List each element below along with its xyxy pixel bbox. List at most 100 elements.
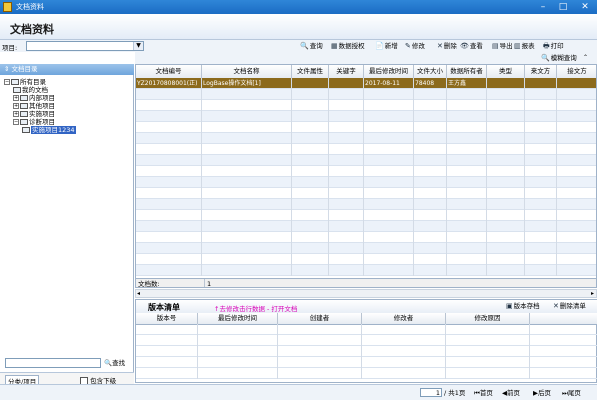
table-row[interactable] xyxy=(136,111,596,122)
table-row[interactable] xyxy=(136,155,596,166)
table-cell xyxy=(136,89,202,100)
toolbar-button-5[interactable]: 👁查看 xyxy=(460,41,483,51)
version-cell xyxy=(278,346,362,357)
find-button[interactable]: 🔍查找 xyxy=(104,357,134,369)
tree-node[interactable]: + 实施项目 xyxy=(13,110,55,118)
maximize-button[interactable]: □ xyxy=(555,1,571,13)
version-save-button[interactable]: ▣版本存档 xyxy=(506,301,540,311)
next-page-button[interactable]: ▶后页 xyxy=(533,388,551,398)
table-cell xyxy=(487,254,525,265)
table-row[interactable] xyxy=(136,188,596,199)
version-column-header[interactable]: 版本号 xyxy=(136,313,198,324)
prev-page-button[interactable]: ◀前页 xyxy=(502,388,520,398)
column-header[interactable]: 来文方 xyxy=(525,65,557,78)
tree-node[interactable]: + 其他项目 xyxy=(13,102,55,110)
table-row[interactable] xyxy=(136,166,596,177)
tree-node[interactable]: + 内部项目 xyxy=(13,94,55,102)
table-cell xyxy=(414,177,447,188)
table-row[interactable] xyxy=(136,243,596,254)
table-cell xyxy=(292,166,329,177)
version-row[interactable] xyxy=(136,357,597,368)
tree-node[interactable]: 我的文档 xyxy=(13,86,48,94)
version-column-header[interactable]: 修改原因 xyxy=(446,313,530,324)
table-row[interactable] xyxy=(136,254,596,265)
tree-node[interactable]: − 所有目录 xyxy=(4,78,46,86)
table-cell xyxy=(292,243,329,254)
table-row[interactable] xyxy=(136,122,596,133)
minimize-button[interactable]: – xyxy=(535,1,551,13)
expand-icon[interactable]: + xyxy=(13,95,19,101)
column-header[interactable]: 最后修改时间 xyxy=(364,65,414,78)
close-button[interactable]: ✕ xyxy=(577,1,593,13)
scroll-left-icon[interactable]: ◂ xyxy=(137,290,140,297)
version-cell xyxy=(446,324,530,335)
table-row[interactable] xyxy=(136,265,596,276)
table-row[interactable] xyxy=(136,133,596,144)
expand-icon[interactable]: + xyxy=(13,103,19,109)
column-header[interactable]: 数据所有者 xyxy=(447,65,487,78)
pin-icon: ⇕ xyxy=(4,65,10,73)
version-clear-button[interactable]: ✕删除清单 xyxy=(553,301,586,311)
table-cell xyxy=(525,122,557,133)
version-cell xyxy=(278,335,362,346)
chevron-down-icon[interactable]: ▼ xyxy=(133,42,143,50)
first-page-button[interactable]: ⏮首页 xyxy=(474,388,493,398)
horizontal-scrollbar[interactable]: ◂ ▸ xyxy=(135,289,597,298)
page-input[interactable]: 1 xyxy=(420,388,442,397)
column-header[interactable]: 文档名称 xyxy=(202,65,292,78)
toolbar-button-3[interactable]: ✎修改 xyxy=(405,41,425,51)
version-cell xyxy=(446,346,530,357)
table-row[interactable] xyxy=(136,89,596,100)
table-row[interactable] xyxy=(136,199,596,210)
tree-node[interactable]: − 诊断项目 xyxy=(13,118,55,126)
version-column-header[interactable] xyxy=(530,313,597,324)
version-row[interactable] xyxy=(136,346,597,357)
toolbar-button-1[interactable]: ▦数据授权 xyxy=(331,41,365,51)
column-header[interactable]: 文件属性 xyxy=(292,65,329,78)
table-row[interactable] xyxy=(136,221,596,232)
version-cell xyxy=(362,346,446,357)
table-cell xyxy=(292,210,329,221)
collapse-icon[interactable]: − xyxy=(4,79,10,85)
table-row[interactable] xyxy=(136,232,596,243)
fuzzy-search-button[interactable]: 🔍模糊查询 xyxy=(541,53,577,63)
toolbar-button-6[interactable]: ▤导出 xyxy=(492,41,513,51)
table-cell xyxy=(525,111,557,122)
toolbar-button-4[interactable]: ✕删除 xyxy=(437,41,457,51)
column-header[interactable]: 关键字 xyxy=(329,65,364,78)
column-header[interactable]: 类型 xyxy=(487,65,525,78)
toolbar-button-0[interactable]: 🔍查询 xyxy=(300,41,323,51)
version-row[interactable] xyxy=(136,335,597,346)
toolbar-button-2[interactable]: 📄新增 xyxy=(375,41,398,51)
column-header[interactable]: 文档编号 xyxy=(136,65,202,78)
toolbar-button-7[interactable]: ▥报表 xyxy=(514,41,535,51)
collapse-icon[interactable]: ⌃ xyxy=(583,53,588,63)
version-column-header[interactable]: 创建者 xyxy=(278,313,362,324)
version-column-header[interactable]: 最后修改时间 xyxy=(198,313,278,324)
column-header[interactable]: 接文方 xyxy=(557,65,596,78)
table-row[interactable] xyxy=(136,177,596,188)
table-cell xyxy=(525,221,557,232)
tree-node[interactable]: 实施项目1234 xyxy=(22,126,76,134)
table-cell xyxy=(525,89,557,100)
collapse-icon[interactable]: − xyxy=(13,119,19,125)
tree-search-input[interactable] xyxy=(5,358,101,368)
table-cell xyxy=(487,265,525,276)
version-row[interactable] xyxy=(136,324,597,335)
scroll-right-icon[interactable]: ▸ xyxy=(591,290,594,297)
column-header[interactable]: 文件大小 xyxy=(414,65,447,78)
version-row[interactable] xyxy=(136,368,597,379)
table-cell: 78408 xyxy=(414,78,447,89)
version-cell xyxy=(530,324,597,335)
table-row[interactable] xyxy=(136,100,596,111)
expand-icon[interactable]: + xyxy=(13,111,19,117)
version-column-header[interactable]: 修改者 xyxy=(362,313,446,324)
last-page-button[interactable]: ⏭尾页 xyxy=(562,388,581,398)
table-row[interactable] xyxy=(136,210,596,221)
table-row[interactable]: YZ20170808001(正) LogBase操作文档[1] 2017-08-11… xyxy=(136,78,596,89)
fuzzy-search-label: 模糊查询 xyxy=(550,54,577,62)
table-row[interactable] xyxy=(136,144,596,155)
project-select[interactable]: ▼ xyxy=(26,41,144,51)
table-cell xyxy=(447,155,487,166)
toolbar-button-8[interactable]: 🖶打印 xyxy=(543,41,564,51)
